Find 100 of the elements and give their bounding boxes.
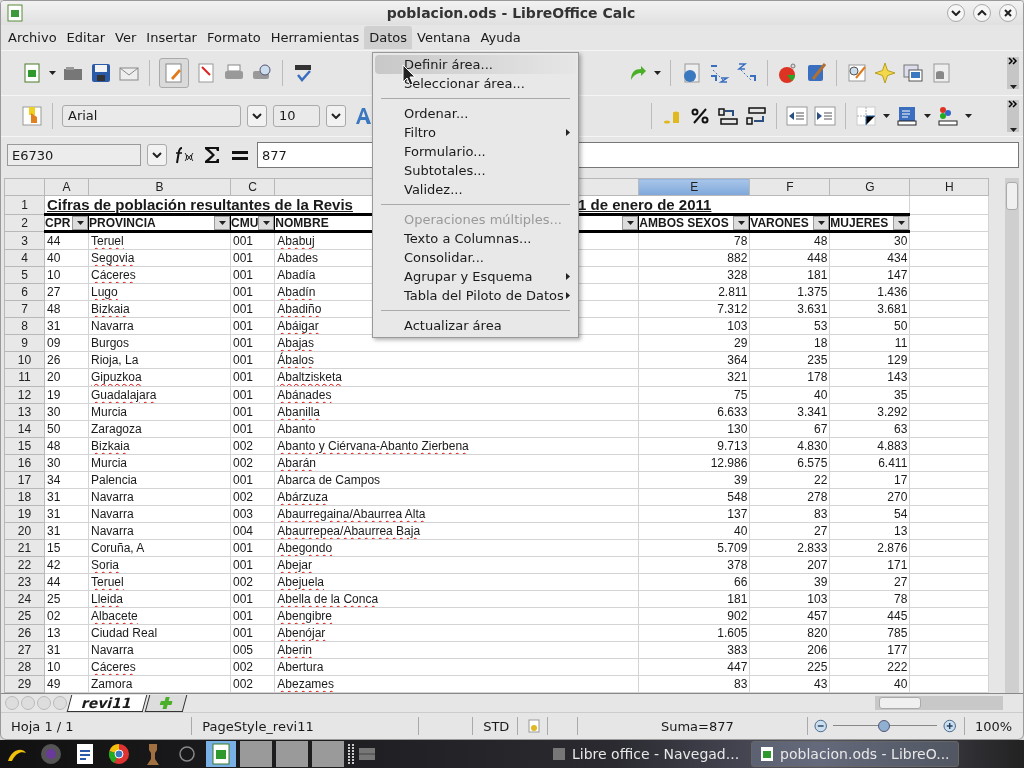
table-cell: 83 [813, 506, 828, 521]
font-name-field[interactable]: Arial [62, 104, 241, 127]
table-cell: 31 [47, 319, 61, 334]
table-cell: 02 [47, 608, 61, 623]
table-cell: 321 [727, 370, 748, 385]
table-cell: 2.876 [877, 540, 908, 555]
table-cell: 26 [47, 353, 61, 368]
table-cell: 005 [233, 643, 254, 657]
table-cell: 19 [47, 387, 61, 402]
selection-mode[interactable]: STD [473, 717, 518, 736]
menu-item[interactable]: Texto a Columnas... [375, 229, 576, 248]
zoom-level[interactable]: 100% [964, 717, 1023, 736]
menu-item[interactable]: Tabla del Piloto de Datos [375, 286, 576, 305]
table-cell: 785 [887, 625, 908, 640]
column-header[interactable]: F [749, 178, 830, 196]
table-cell: 001 [233, 285, 254, 300]
table-cell: 207 [807, 557, 828, 572]
table-cell: 002 [233, 677, 254, 692]
taskbar-button[interactable]: poblacion.ods - LibreO... [751, 741, 959, 767]
column-header[interactable]: A [44, 178, 89, 196]
table-cell: Navarra [91, 506, 134, 521]
table-cell: 78 [733, 234, 748, 249]
table-cell: 3.292 [877, 404, 908, 419]
table-cell: 10 [47, 268, 61, 283]
table-cell: 378 [727, 557, 748, 572]
menu-item[interactable]: Ver [110, 26, 142, 50]
column-header[interactable]: G [829, 178, 910, 196]
menu-item[interactable]: Ordenar... [375, 104, 576, 123]
table-cell: 383 [727, 643, 748, 657]
table-cell: 27 [47, 285, 61, 300]
sheet-tab[interactable]: revi11 [66, 694, 148, 712]
table-cell: Ababuj [277, 234, 315, 249]
table-cell: Zaragoza [91, 421, 142, 436]
table-cell: Abaurregaina/Abaurrea Alta [277, 506, 426, 521]
table-cell: Abadín [277, 285, 316, 300]
menu-item[interactable]: Agrupar y Esquema [375, 267, 576, 286]
table-cell: Abanto y Ciérvana-Abanto Zierbena [277, 438, 469, 453]
taskbar-button[interactable]: Libre office - Navegad... [544, 742, 748, 766]
menu-item[interactable]: Seleccionar área... [375, 74, 576, 93]
table-cell: 34 [47, 472, 61, 487]
table-cell: 42 [47, 557, 61, 572]
column-header[interactable]: B [88, 178, 231, 196]
sheet-indicator: Hoja 1 / 1 [1, 717, 193, 736]
menu-item[interactable]: Consolidar... [375, 248, 576, 267]
table-cell: 001 [233, 268, 254, 283]
table-cell: Abaltzisketa [277, 370, 343, 385]
table-cell: 27 [893, 574, 908, 589]
name-box[interactable]: E6730 [7, 144, 141, 167]
table-cell: 48 [813, 234, 828, 249]
table-cell: 001 [233, 319, 254, 334]
table-cell: Abegondo [277, 540, 333, 555]
table-cell: Ciudad Real [91, 625, 158, 640]
table-cell: 6.633 [717, 404, 748, 419]
table-cell: 2.811 [718, 285, 748, 300]
table-cell: 445 [887, 608, 908, 623]
menu-item[interactable]: Formato [201, 26, 266, 50]
table-cell: 11 [894, 336, 908, 351]
table-cell: 29 [733, 336, 748, 351]
table-cell: 1.436 [877, 285, 908, 300]
table-cell: 31 [47, 523, 61, 538]
table-cell: 44 [47, 574, 61, 589]
table-cell: Abáigar [277, 319, 319, 334]
table-cell: 001 [233, 404, 254, 419]
menu-item[interactable]: Formulario... [375, 142, 576, 161]
table-cell: 177 [887, 643, 908, 657]
table-cell: 39 [733, 472, 748, 487]
table-cell: Abella de la Conca [277, 591, 379, 606]
column-header[interactable]: H [909, 178, 989, 196]
menu-item[interactable]: Actualizar área [375, 316, 576, 335]
table-cell: 001 [233, 234, 254, 249]
table-cell: 54 [893, 506, 908, 521]
table-cell: Abadiño [277, 302, 322, 317]
table-cell: 48 [47, 438, 61, 453]
table-cell: 83 [733, 677, 748, 692]
table-cell: 40 [47, 251, 61, 266]
table-cell: 206 [807, 643, 828, 657]
table-cell: 25 [47, 591, 61, 606]
menu-item[interactable]: Ayuda [475, 26, 526, 50]
table-cell: 328 [727, 268, 748, 283]
column-header[interactable]: C [230, 178, 275, 196]
table-cell: 001 [233, 387, 254, 402]
menu-item[interactable]: Editar [61, 26, 111, 50]
table-cell: 171 [887, 557, 908, 572]
column-header[interactable]: E [638, 178, 750, 196]
table-cell: 225 [807, 660, 828, 674]
table-cell: 78 [893, 591, 908, 606]
menu-item[interactable]: Ventana [412, 26, 476, 50]
table-cell: 447 [727, 660, 748, 674]
table-cell: 364 [727, 353, 748, 368]
menu-item[interactable]: Archivo [3, 26, 62, 50]
menu-item[interactable]: Validez... [375, 180, 576, 199]
column-heading: VARONES [750, 216, 809, 231]
menu-item[interactable]: Insertar [141, 26, 202, 50]
menu-item[interactable]: Datos [364, 26, 413, 50]
table-cell: 50 [47, 421, 61, 436]
menu-item[interactable]: Herramientas [265, 26, 365, 50]
font-size-field[interactable]: 10 [273, 104, 320, 127]
table-cell: 13 [47, 625, 61, 640]
menu-item[interactable]: Filtro [375, 123, 576, 142]
table-cell: 22 [813, 472, 828, 487]
